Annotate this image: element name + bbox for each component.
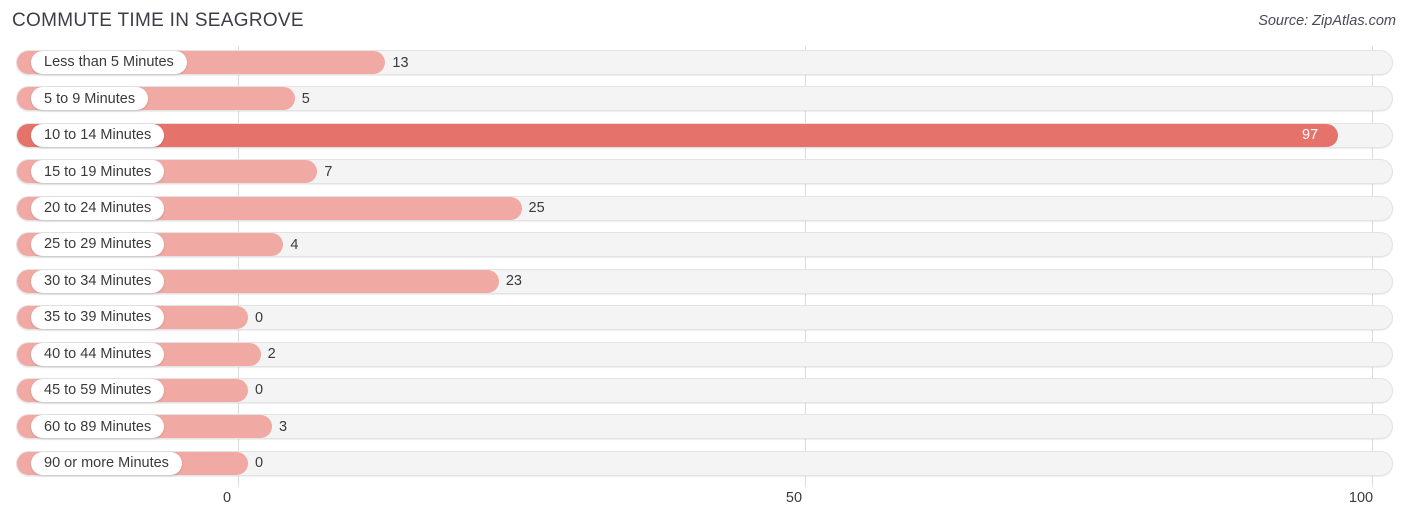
category-label: 45 to 59 Minutes — [44, 382, 152, 399]
bar-row[interactable]: 40 to 44 Minutes 2 — [0, 338, 1406, 374]
category-label-pill: 25 to 29 Minutes — [31, 233, 165, 257]
category-label: 15 to 19 Minutes — [44, 163, 152, 180]
bar-row[interactable]: 10 to 14 Minutes 97 — [0, 119, 1406, 155]
bar-row[interactable]: 30 to 34 Minutes 23 — [0, 265, 1406, 301]
chart-header: COMMUTE TIME IN SEAGROVE Source: ZipAtla… — [0, 0, 1406, 46]
category-label: 60 to 89 Minutes — [44, 418, 152, 435]
category-label-pill: 40 to 44 Minutes — [31, 342, 165, 366]
category-label: 10 to 14 Minutes — [44, 127, 152, 144]
x-axis: 0 50 100 — [0, 487, 1406, 523]
category-label-pill: 30 to 34 Minutes — [31, 269, 165, 293]
category-label-pill: 45 to 59 Minutes — [31, 378, 165, 402]
bar-value-label: 3 — [279, 418, 288, 435]
bar[interactable] — [17, 123, 1338, 147]
bar-row[interactable]: 60 to 89 Minutes 3 — [0, 410, 1406, 446]
category-label: 40 to 44 Minutes — [44, 345, 152, 362]
bar-value-label: 0 — [255, 455, 264, 472]
bar-value-label: 4 — [290, 236, 299, 253]
bar-value-label: 13 — [392, 54, 409, 71]
bar-row[interactable]: Less than 5 Minutes 13 — [0, 46, 1406, 82]
category-label-pill: 90 or more Minutes — [31, 451, 182, 475]
bar-rows: Less than 5 Minutes 13 5 to 9 Minutes 5 10 t… — [0, 46, 1406, 483]
bar-row[interactable]: 35 to 39 Minutes 0 — [0, 301, 1406, 337]
bar-value-label: 23 — [505, 273, 522, 290]
category-label-pill: 15 to 19 Minutes — [31, 160, 165, 184]
bar-value-label: 97 — [1301, 127, 1319, 144]
page-title: COMMUTE TIME IN SEAGROVE — [12, 10, 304, 31]
category-label: 20 to 24 Minutes — [44, 200, 152, 216]
category-label: 90 or more Minutes — [44, 455, 169, 472]
x-tick-label: 100 — [1348, 490, 1374, 506]
category-label-pill: 20 to 24 Minutes — [31, 196, 165, 220]
x-tick-label: 50 — [785, 490, 803, 506]
category-label: 30 to 34 Minutes — [44, 272, 152, 289]
x-tick-label: 0 — [222, 490, 232, 506]
bar-row[interactable]: 90 or more Minutes 0 — [0, 447, 1406, 483]
category-label-pill: Less than 5 Minutes — [31, 51, 187, 74]
category-label: 5 to 9 Minutes — [44, 90, 136, 107]
bar-value-label: 0 — [255, 382, 264, 399]
bar-value-label: 0 — [255, 309, 264, 326]
category-label: 25 to 29 Minutes — [44, 236, 152, 253]
bar-value-label: 2 — [267, 346, 276, 362]
bar-row[interactable]: 15 to 19 Minutes 7 — [0, 155, 1406, 191]
bar-row[interactable]: 20 to 24 Minutes 25 — [0, 192, 1406, 228]
bar-row[interactable]: 25 to 29 Minutes 4 — [0, 228, 1406, 264]
bar-value-label: 5 — [301, 90, 310, 107]
source-attribution: Source: ZipAtlas.com — [1258, 13, 1396, 29]
category-label: 35 to 39 Minutes — [44, 309, 152, 326]
bar-value-label: 7 — [324, 163, 333, 180]
bar-value-label: 25 — [528, 200, 545, 217]
category-label-pill: 10 to 14 Minutes — [31, 123, 165, 147]
category-label-pill: 35 to 39 Minutes — [31, 306, 165, 330]
chart-plot-area: Less than 5 Minutes 13 5 to 9 Minutes 5 10 t… — [0, 46, 1406, 487]
category-label-pill: 5 to 9 Minutes — [31, 87, 149, 111]
category-label-pill: 60 to 89 Minutes — [31, 415, 165, 439]
bar-row[interactable]: 45 to 59 Minutes 0 — [0, 374, 1406, 410]
category-label: Less than 5 Minutes — [44, 54, 174, 71]
bar-row[interactable]: 5 to 9 Minutes 5 — [0, 82, 1406, 118]
